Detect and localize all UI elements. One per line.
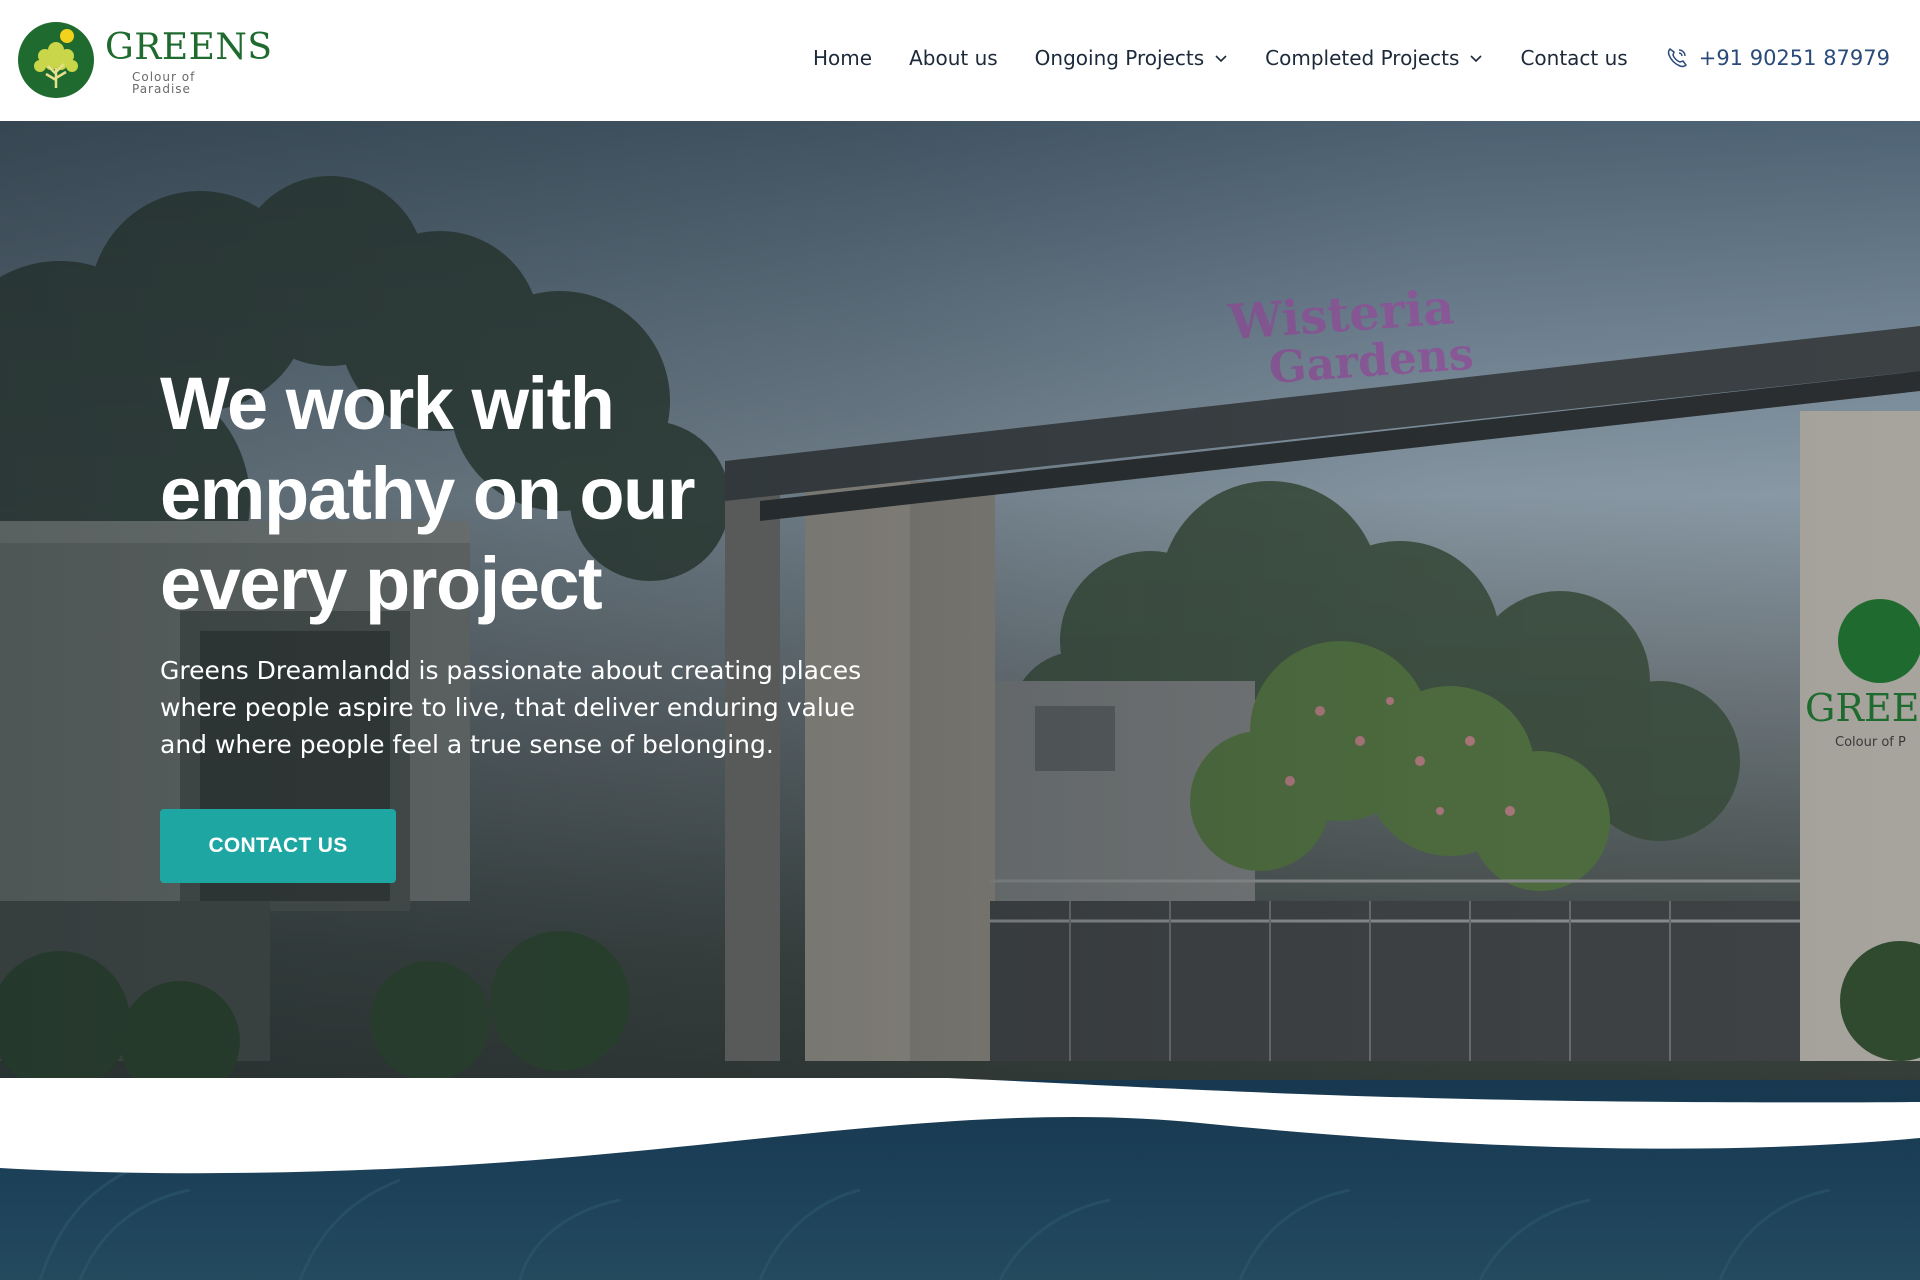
wave-divider [0,1078,1920,1174]
hero-description: Greens Dreamlandd is passionate about cr… [160,656,862,759]
hero-title: We work with empathy on our every projec… [160,359,780,629]
nav-contact-label: Contact us [1520,46,1628,70]
nav-contact-us[interactable]: Contact us [1520,46,1627,70]
main-nav: Home About us Ongoing Projects Completed… [776,46,1890,70]
site-header: GREENS Colour of Paradise Home About us … [0,0,1920,121]
nav-about-label: About us [909,46,998,70]
hero-title-line2: empathy on our [160,452,696,535]
nav-home-label: Home [813,46,873,70]
brand-logo[interactable]: GREENS Colour of Paradise [18,22,272,100]
hero-section: Wisteria Gardens GREEN Colour of P We wo… [0,121,1920,1161]
phone-icon [1667,48,1687,68]
nav-ongoing-label: Ongoing Projects [1034,46,1205,70]
chevron-down-icon [1215,55,1227,63]
phone-number: +91 90251 87979 [1698,46,1890,70]
nav-completed-projects[interactable]: Completed Projects [1265,46,1483,70]
nav-completed-label: Completed Projects [1265,46,1460,70]
hero-title-line1: We work with [160,362,615,445]
nav-home[interactable]: Home [813,46,872,70]
hero-title-line3: every project [160,542,603,625]
brand-tagline: Colour of Paradise [132,70,196,96]
chevron-down-icon [1470,55,1483,63]
nav-about-us[interactable]: About us [909,46,998,70]
contact-us-button[interactable]: CONTACT US [160,809,396,883]
phone-link[interactable]: +91 90251 87979 [1665,46,1890,70]
brand-name: GREENS [105,27,273,68]
hero-overlay [0,121,1920,1161]
tree-logo-icon [18,22,94,98]
nav-ongoing-projects[interactable]: Ongoing Projects [1035,46,1228,70]
